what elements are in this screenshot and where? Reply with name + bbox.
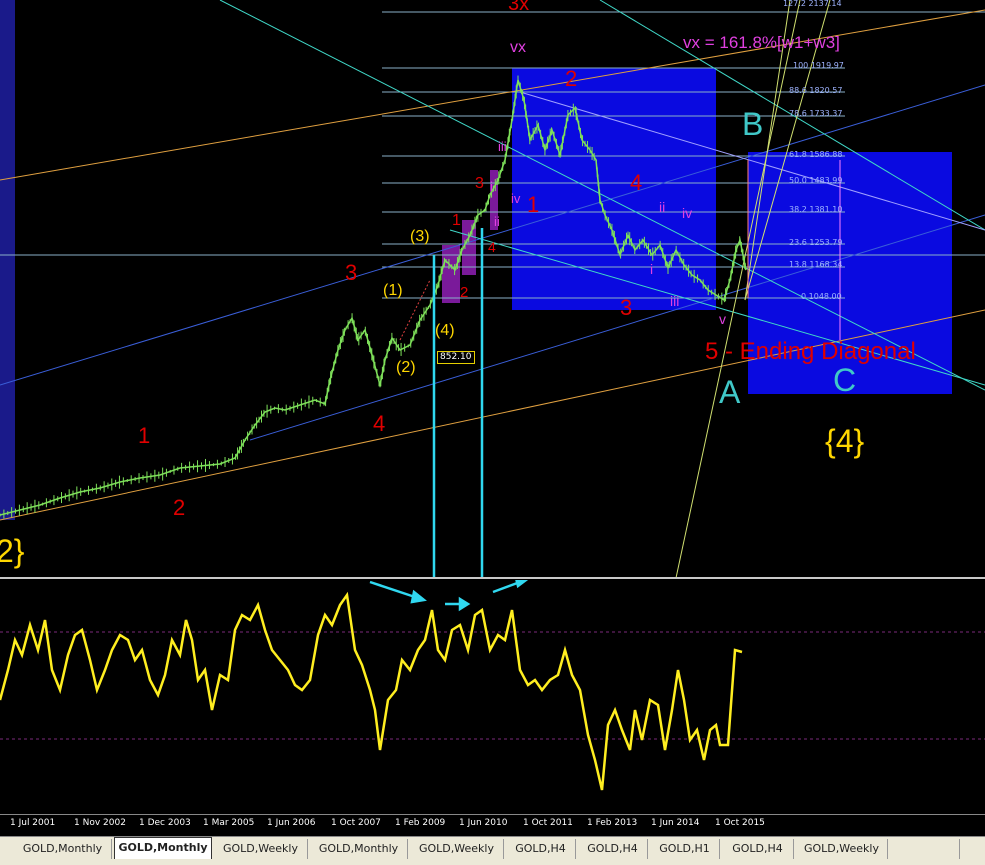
wave-label: vx: [510, 39, 526, 56]
fib-label: 50.0 1483.99: [789, 176, 843, 185]
time-label: 1 Feb 2013: [587, 818, 638, 828]
wave-label: (1): [383, 282, 403, 299]
wave-label: A: [719, 374, 741, 410]
time-label: 1 Mar 2005: [203, 818, 255, 828]
wave-label: C: [833, 362, 857, 398]
time-label: 1 Jun 2006: [267, 818, 316, 828]
wave-label: (4): [435, 322, 455, 339]
wave-label: iii: [498, 139, 507, 154]
wave-label: iii: [670, 293, 680, 309]
wave-label: 1: [527, 192, 540, 217]
wave-label: ii: [494, 214, 500, 229]
wave-label: 3: [620, 295, 633, 320]
trend-arrows: [369, 580, 529, 612]
wave-label: 1: [452, 212, 461, 229]
wave-label: 4: [488, 239, 496, 255]
tab-gold-h4[interactable]: GOLD,H4: [722, 839, 794, 859]
wave-label: 2: [460, 284, 469, 301]
tab-gold-monthly-active[interactable]: GOLD,Monthly: [114, 837, 212, 859]
panel-separator[interactable]: [0, 577, 985, 579]
tab-gold-weekly[interactable]: GOLD,Weekly: [410, 839, 504, 859]
correction-box-1: [512, 68, 716, 310]
wave-label: {4}: [825, 423, 865, 459]
wave-label: 2: [565, 66, 578, 91]
wave-label: vx = 161.8%[w1+w3]: [683, 33, 840, 52]
wave-label: iv: [682, 205, 693, 221]
tab-more[interactable]: [890, 839, 960, 859]
time-label: 1 Jun 2014: [651, 818, 700, 828]
fib-label: 23.6 1253.79: [789, 238, 843, 247]
tab-gold-monthly[interactable]: GOLD,Monthly: [14, 839, 112, 859]
wave-label: 5 - Ending Diagonal: [705, 338, 916, 365]
wave-label: v: [719, 311, 726, 327]
tab-gold-h4[interactable]: GOLD,H4: [506, 839, 576, 859]
wave-label: 4: [373, 411, 386, 436]
time-axis: 1 Jul 2001 1 Nov 2002 1 Dec 2003 1 Mar 2…: [0, 815, 985, 835]
wave-box-1: [442, 245, 460, 303]
wave-label: (3): [410, 228, 430, 245]
fib-label: 13.8 1168.34: [789, 260, 843, 269]
fib-label: 88.6 1820.57: [789, 86, 843, 95]
time-label: 1 Oct 2015: [715, 818, 765, 828]
time-label: 1 Jun 2010: [459, 818, 508, 828]
fib-label: 100 1919.97: [793, 61, 844, 70]
chart-tab-bar: GOLD,Monthly GOLD,Monthly GOLD,Weekly GO…: [0, 836, 985, 865]
tab-gold-monthly[interactable]: GOLD,Monthly: [310, 839, 408, 859]
wave-label: (2): [396, 359, 416, 376]
tab-gold-weekly[interactable]: GOLD,Weekly: [214, 839, 308, 859]
wave-label: 3: [345, 260, 358, 285]
time-label: 1 Oct 2011: [523, 818, 573, 828]
oscillator-line: [0, 591, 743, 791]
time-label: 1 Feb 2009: [395, 818, 446, 828]
time-label: 1 Nov 2002: [74, 818, 126, 828]
wave-label: 3: [475, 175, 484, 192]
tab-gold-h4[interactable]: GOLD,H4: [578, 839, 648, 859]
fib-label: 127.2 2137.14: [783, 0, 842, 8]
tab-gold-weekly[interactable]: GOLD,Weekly: [796, 839, 888, 859]
wave-label: i: [650, 261, 654, 277]
wave-label: B: [742, 106, 764, 142]
fib-label: 38.2 1381.10: [789, 205, 843, 214]
time-label: 1 Dec 2003: [139, 818, 191, 828]
fib-label: 78.6 1733.37: [789, 109, 843, 118]
oscillator-panel[interactable]: [0, 580, 985, 815]
wave-label: iv: [511, 191, 521, 206]
wave-label: 2: [173, 495, 186, 520]
wave-label: 1: [138, 423, 151, 448]
price-marker: 852.10: [437, 351, 475, 364]
fib-label: 61.8 1586.88: [789, 150, 843, 159]
wave-label: i: [490, 179, 493, 194]
fib-label: 0 1048.00: [801, 292, 842, 301]
wave-label: 2}: [0, 533, 25, 569]
tab-gold-h1[interactable]: GOLD,H1: [650, 839, 720, 859]
time-label: 1 Jul 2001: [10, 818, 56, 828]
wave-label: 4: [630, 170, 643, 195]
left-band: [0, 0, 15, 520]
wave-label: ii: [659, 199, 666, 215]
wave-label: 3x: [508, 0, 530, 15]
time-label: 1 Oct 2007: [331, 818, 381, 828]
